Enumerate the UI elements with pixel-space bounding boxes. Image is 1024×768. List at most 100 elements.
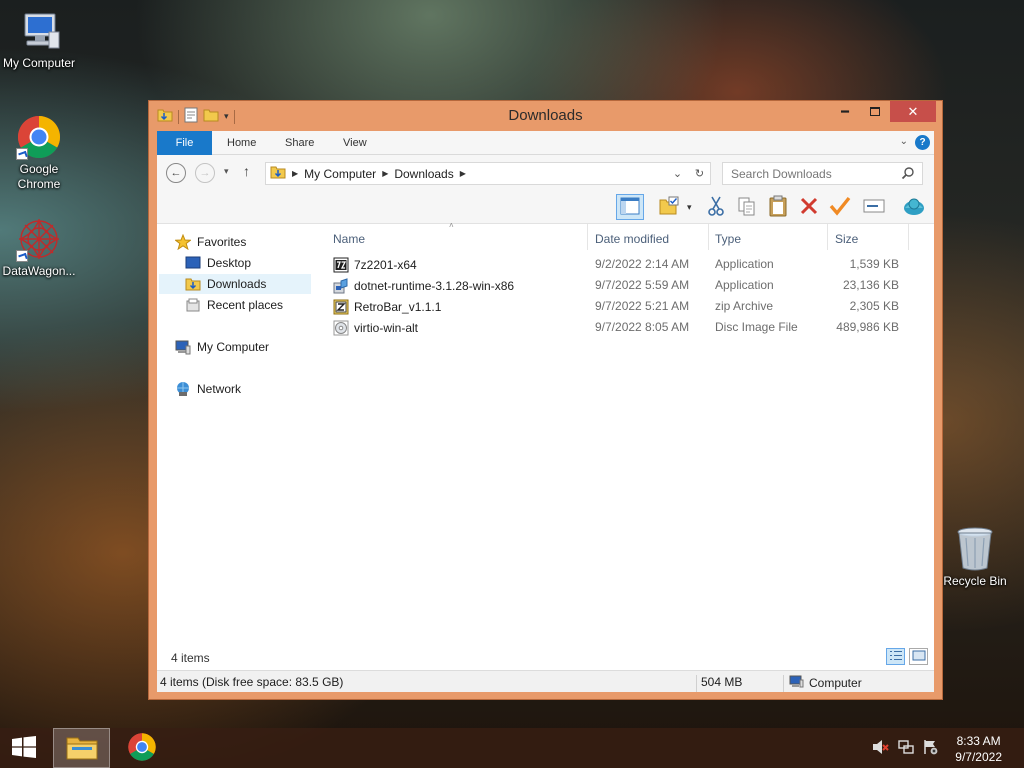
file-date: 9/2/2022 2:14 AM xyxy=(595,257,690,271)
nav-item-label: Network xyxy=(197,382,242,396)
file-type: Application xyxy=(715,278,774,292)
file-row[interactable]: 7z2201-x64 9/2/2022 2:14 AM Application … xyxy=(327,254,907,275)
nav-item-my-computer[interactable]: My Computer xyxy=(175,337,310,357)
desktop-icon-label: My Computer xyxy=(2,56,76,70)
forward-button[interactable]: → xyxy=(195,163,215,183)
recycle-bin-icon xyxy=(954,526,996,572)
column-header-date-modified[interactable]: Date modified xyxy=(595,232,669,246)
help-button[interactable]: ? xyxy=(915,135,930,150)
taskbar-file-explorer[interactable] xyxy=(53,728,110,768)
navigation-bar: ← → ▾ ↑ ▶ My Computer ▶ Downloads ▶ ⌄ ↻ … xyxy=(157,155,934,191)
status-disk-space: 4 items (Disk free space: 83.5 GB) xyxy=(160,675,344,689)
command-toolbar: ▾ xyxy=(157,191,934,224)
desktop-icon-label: Google Chrome xyxy=(17,162,61,191)
breadcrumb-separator-icon[interactable]: ▶ xyxy=(292,169,298,178)
rename-button[interactable] xyxy=(860,194,888,220)
chevron-down-icon[interactable]: ▾ xyxy=(687,202,692,213)
column-divider[interactable] xyxy=(827,224,828,250)
properties-button[interactable] xyxy=(826,194,854,220)
desktop-icon xyxy=(185,255,201,271)
desktop-icon-datawagon[interactable]: DataWagon... xyxy=(0,216,80,279)
desktop-icon-google-chrome[interactable]: Google Chrome xyxy=(0,114,80,192)
navigation-pane-button[interactable] xyxy=(616,194,644,220)
desktop-icon-recycle-bin[interactable]: Recycle Bin xyxy=(934,526,1016,589)
delete-button[interactable] xyxy=(795,194,823,220)
tab-file[interactable]: File xyxy=(157,131,212,155)
star-icon xyxy=(175,234,191,250)
share-button[interactable] xyxy=(900,194,928,220)
column-header-size[interactable]: Size xyxy=(835,232,858,246)
file-row[interactable]: virtio-win-alt 9/7/2022 8:05 AM Disc Ima… xyxy=(327,317,907,338)
network-status-icon[interactable] xyxy=(898,739,914,758)
minimize-button[interactable]: ━ xyxy=(830,101,860,122)
window-client: File Home Share View ⌄ ? ← → ▾ ↑ ▶ My Co… xyxy=(157,131,934,692)
taskbar-google-chrome[interactable] xyxy=(116,728,168,768)
window-title: Downloads xyxy=(508,107,583,124)
address-dropdown-button[interactable]: ⌄ xyxy=(666,163,688,184)
expand-ribbon-icon[interactable]: ⌄ xyxy=(900,136,908,147)
tab-share[interactable]: Share xyxy=(285,131,314,155)
file-name: RetroBar_v1.1.1 xyxy=(354,300,442,314)
7zip-installer-icon xyxy=(333,257,349,273)
status-selection-size: 504 MB xyxy=(701,675,743,689)
search-input[interactable]: Search Downloads xyxy=(722,162,923,185)
select-folder-button[interactable] xyxy=(656,194,684,220)
file-size: 1,539 KB xyxy=(849,257,899,271)
clock-date: 9/7/2022 xyxy=(955,750,1002,764)
chevron-down-icon: ⌄ xyxy=(672,168,683,180)
file-list: ˄ Name Date modified Type Size 7z2201-x6… xyxy=(327,221,934,664)
nav-item-favorites[interactable]: Favorites xyxy=(175,232,310,252)
cut-button[interactable] xyxy=(702,194,730,220)
column-divider[interactable] xyxy=(908,224,909,250)
globe-icon xyxy=(903,196,925,219)
close-icon: ✕ xyxy=(907,103,919,119)
zip-archive-icon xyxy=(333,299,349,315)
start-button[interactable] xyxy=(0,728,48,768)
breadcrumb-downloads[interactable]: Downloads xyxy=(394,167,453,181)
taskbar-clock[interactable]: 8:33 AM 9/7/2022 xyxy=(955,733,1002,765)
copy-icon xyxy=(737,196,757,219)
clock-time: 8:33 AM xyxy=(956,734,1001,748)
file-size: 23,136 KB xyxy=(842,278,899,292)
desktop-icon-my-computer[interactable]: My Computer xyxy=(0,10,80,71)
column-header-type[interactable]: Type xyxy=(715,232,741,246)
nav-item-network[interactable]: Network xyxy=(175,379,310,399)
nav-item-desktop[interactable]: Desktop xyxy=(185,253,310,273)
up-arrow-icon[interactable]: ↑ xyxy=(243,163,250,179)
details-view-button[interactable] xyxy=(886,648,905,665)
large-icons-view-button[interactable] xyxy=(909,648,928,665)
back-button[interactable]: ← xyxy=(166,163,186,183)
title-bar[interactable]: ▾ Downloads ━ ✕ xyxy=(149,101,942,131)
action-center-flag-icon[interactable] xyxy=(922,739,938,758)
nav-item-label: Recent places xyxy=(207,298,284,312)
speaker-muted-icon[interactable] xyxy=(872,739,890,758)
search-icon[interactable] xyxy=(901,166,915,183)
system-tray xyxy=(872,728,938,768)
copy-button[interactable] xyxy=(733,194,761,220)
tab-home[interactable]: Home xyxy=(227,131,256,155)
refresh-button[interactable]: ↻ xyxy=(688,163,710,184)
nav-item-downloads[interactable]: Downloads xyxy=(159,274,311,294)
close-button[interactable]: ✕ xyxy=(890,101,936,122)
file-row[interactable]: dotnet-runtime-3.1.28-win-x86 9/7/2022 5… xyxy=(327,275,907,296)
breadcrumb-separator-icon[interactable]: ▶ xyxy=(382,169,388,178)
breadcrumb-my-computer[interactable]: My Computer xyxy=(304,167,376,181)
nav-item-recent-places[interactable]: Recent places xyxy=(185,295,310,315)
computer-icon xyxy=(175,339,191,355)
breadcrumb-separator-icon[interactable]: ▶ xyxy=(460,169,466,178)
recent-places-icon xyxy=(185,297,201,313)
maximize-button[interactable] xyxy=(860,101,890,122)
paste-button[interactable] xyxy=(764,194,792,220)
file-row[interactable]: RetroBar_v1.1.1 9/7/2022 5:21 AM zip Arc… xyxy=(327,296,907,317)
clipboard-icon xyxy=(768,195,788,220)
disc-image-icon xyxy=(333,320,349,336)
file-name: virtio-win-alt xyxy=(354,321,419,335)
status-divider xyxy=(783,675,784,692)
address-bar[interactable]: ▶ My Computer ▶ Downloads ▶ ⌄ ↻ xyxy=(265,162,711,185)
recent-locations-icon[interactable]: ▾ xyxy=(224,166,229,177)
column-divider[interactable] xyxy=(587,224,588,250)
column-header-name[interactable]: Name xyxy=(333,232,365,246)
tab-view[interactable]: View xyxy=(343,131,367,155)
column-divider[interactable] xyxy=(708,224,709,250)
downloads-folder-icon xyxy=(270,164,286,183)
